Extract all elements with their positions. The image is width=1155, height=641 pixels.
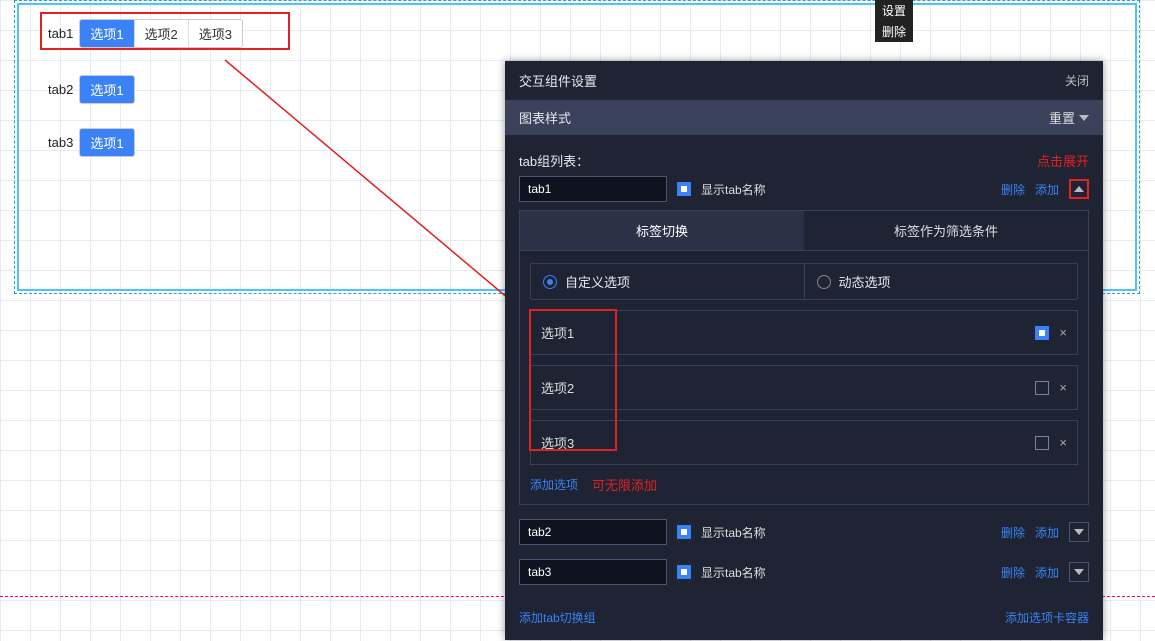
panel-close[interactable]: 关闭 xyxy=(1065,72,1089,89)
tabgroup-3-add[interactable]: 添加 xyxy=(1035,564,1059,581)
tabgroup-2-expand-toggle[interactable] xyxy=(1069,522,1089,542)
preview-tab1: tab1 选项1 选项2 选项3 xyxy=(48,19,243,48)
preview-tab2-options: 选项1 xyxy=(79,75,134,104)
panel-style-row[interactable]: 图表样式 重置 xyxy=(505,100,1103,135)
seg-tab-switch[interactable]: 标签切换 xyxy=(520,211,804,250)
option-1-label: 选项1 xyxy=(531,311,603,354)
tabgroup-1-expand-toggle[interactable] xyxy=(1069,179,1089,199)
context-menu-settings[interactable]: 设置 xyxy=(875,0,913,21)
tabgroup-2-add[interactable]: 添加 xyxy=(1035,524,1059,541)
chevron-down-icon xyxy=(1074,529,1084,535)
tab-list-title-row: tab组列表： 点击展开 xyxy=(519,151,1089,170)
panel-header: 交互组件设置 关闭 xyxy=(505,61,1103,100)
add-option-link[interactable]: 添加选项 xyxy=(530,476,578,493)
tabgroup-3-showname-checkbox[interactable] xyxy=(677,565,691,579)
tabgroup-3-expand-toggle[interactable] xyxy=(1069,562,1089,582)
radio-off-icon xyxy=(817,275,831,289)
preview-tab1-option-1[interactable]: 选项1 xyxy=(80,20,134,47)
radio-dynamic[interactable]: 动态选项 xyxy=(804,264,1078,299)
option-row-1[interactable]: 选项1 × xyxy=(530,310,1078,355)
panel-body: tab组列表： 点击展开 显示tab名称 删除 添加 标签切换 标签作为筛选条件… xyxy=(505,135,1103,599)
option-source-radio: 自定义选项 动态选项 xyxy=(530,263,1078,300)
panel-title: 交互组件设置 xyxy=(519,71,597,90)
preview-tab3: tab3 选项1 xyxy=(48,128,135,157)
preview-tab1-label: tab1 xyxy=(48,26,73,41)
preview-tab1-options: 选项1 选项2 选项3 xyxy=(79,19,243,48)
tabgroup-row-3: 显示tab名称 删除 添加 xyxy=(519,559,1089,585)
preview-tab3-label: tab3 xyxy=(48,135,73,150)
preview-tab3-options: 选项1 xyxy=(79,128,134,157)
option-row-2[interactable]: 选项2 × xyxy=(530,365,1078,410)
add-option-row: 添加选项 可无限添加 xyxy=(530,475,1078,494)
tab-list-label: tab组列表： xyxy=(519,151,589,170)
tabgroup-1-showname-label: 显示tab名称 xyxy=(701,181,766,198)
option-row-3[interactable]: 选项3 × xyxy=(530,420,1078,465)
option-1-default-checkbox[interactable] xyxy=(1035,326,1049,340)
add-tab-group-link[interactable]: 添加tab切换组 xyxy=(519,609,596,626)
preview-tab1-option-2[interactable]: 选项2 xyxy=(135,20,189,47)
tabgroup-3-delete[interactable]: 删除 xyxy=(1001,564,1025,581)
option-3-default-checkbox[interactable] xyxy=(1035,436,1049,450)
context-menu: 设置 删除 xyxy=(875,0,913,42)
tabgroup-1-add[interactable]: 添加 xyxy=(1035,181,1059,198)
settings-panel: 交互组件设置 关闭 图表样式 重置 tab组列表： 点击展开 显示tab名称 删… xyxy=(505,61,1103,640)
preview-tab3-option-1[interactable]: 选项1 xyxy=(80,129,133,156)
preview-tab1-option-3[interactable]: 选项3 xyxy=(189,20,242,47)
radio-on-icon xyxy=(543,275,557,289)
tabgroup-1-showname-checkbox[interactable] xyxy=(677,182,691,196)
tabgroup-row-1: 显示tab名称 删除 添加 xyxy=(519,176,1089,202)
radio-custom[interactable]: 自定义选项 xyxy=(531,264,804,299)
tabgroup-2-delete[interactable]: 删除 xyxy=(1001,524,1025,541)
option-list: 选项1 × 选项2 × 选项3 xyxy=(530,310,1078,465)
radio-custom-label: 自定义选项 xyxy=(565,272,630,291)
option-2-default-checkbox[interactable] xyxy=(1035,381,1049,395)
tabgroup-2-name-input[interactable] xyxy=(519,519,667,545)
preview-tab2-label: tab2 xyxy=(48,82,73,97)
preview-tab2: tab2 选项1 xyxy=(48,75,135,104)
chevron-down-icon xyxy=(1079,115,1089,121)
radio-dynamic-label: 动态选项 xyxy=(839,272,891,291)
tabgroup-1-name-input[interactable] xyxy=(519,176,667,202)
context-menu-delete[interactable]: 删除 xyxy=(875,21,913,42)
panel-footer: 添加tab切换组 添加选项卡容器 xyxy=(505,599,1103,640)
hint-click-expand: 点击展开 xyxy=(1037,151,1089,170)
tabgroup-2-showname-checkbox[interactable] xyxy=(677,525,691,539)
chevron-up-icon xyxy=(1074,186,1084,192)
option-3-label: 选项3 xyxy=(531,421,603,464)
preview-tab2-option-1[interactable]: 选项1 xyxy=(80,76,133,103)
tabgroup-1-detail: 标签切换 标签作为筛选条件 自定义选项 动态选项 选项1 × xyxy=(519,210,1089,505)
option-2-label: 选项2 xyxy=(531,366,603,409)
tabgroup-3-showname-label: 显示tab名称 xyxy=(701,564,766,581)
panel-style-label: 图表样式 xyxy=(519,108,571,127)
tabgroup-2-showname-label: 显示tab名称 xyxy=(701,524,766,541)
reset-label: 重置 xyxy=(1049,108,1075,127)
option-2-remove[interactable]: × xyxy=(1059,380,1067,395)
add-tab-container-link[interactable]: 添加选项卡容器 xyxy=(1005,609,1089,626)
tabgroup-1-delete[interactable]: 删除 xyxy=(1001,181,1025,198)
tabgroup-row-2: 显示tab名称 删除 添加 xyxy=(519,519,1089,545)
hint-unlimited: 可无限添加 xyxy=(592,475,657,494)
panel-style-reset[interactable]: 重置 xyxy=(1049,108,1089,127)
option-3-remove[interactable]: × xyxy=(1059,435,1067,450)
option-1-remove[interactable]: × xyxy=(1059,325,1067,340)
seg-tabs: 标签切换 标签作为筛选条件 xyxy=(520,211,1088,251)
tabgroup-3-name-input[interactable] xyxy=(519,559,667,585)
chevron-down-icon xyxy=(1074,569,1084,575)
seg-tab-filter[interactable]: 标签作为筛选条件 xyxy=(804,211,1088,250)
